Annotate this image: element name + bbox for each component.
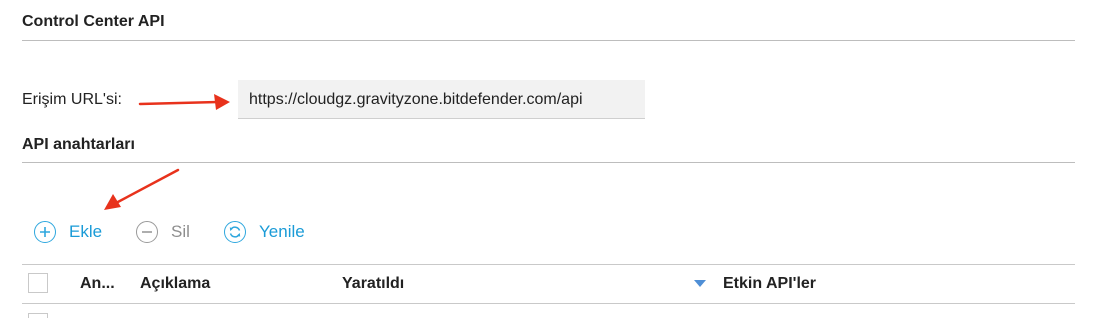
annotation-arrow-add bbox=[104, 168, 180, 210]
refresh-button[interactable]: Yenile bbox=[224, 219, 305, 245]
delete-button-label: Sil bbox=[171, 222, 190, 241]
section-title: Control Center API bbox=[22, 13, 165, 30]
access-url-label: Erişim URL'si: bbox=[22, 91, 122, 108]
column-header-name[interactable]: An... bbox=[80, 275, 115, 293]
column-header-created[interactable]: Yaratıldı bbox=[342, 275, 404, 293]
add-button[interactable]: Ekle bbox=[34, 219, 102, 245]
plus-circle-icon bbox=[34, 221, 56, 243]
api-keys-divider bbox=[22, 162, 1075, 163]
sort-desc-icon[interactable] bbox=[694, 280, 706, 288]
minus-circle-icon bbox=[136, 221, 158, 243]
select-all-checkbox[interactable] bbox=[28, 273, 48, 293]
add-button-label: Ekle bbox=[69, 222, 103, 241]
api-keys-title: API anahtarları bbox=[22, 136, 135, 153]
column-header-description[interactable]: Açıklama bbox=[140, 275, 210, 293]
section-divider bbox=[22, 40, 1075, 41]
column-header-enabled-apis[interactable]: Etkin API'ler bbox=[723, 275, 816, 293]
refresh-button-label: Yenile bbox=[259, 222, 305, 241]
delete-button[interactable]: Sil bbox=[136, 219, 190, 245]
refresh-circle-icon bbox=[224, 221, 246, 243]
access-url-field[interactable]: https://cloudgz.gravityzone.bitdefender.… bbox=[238, 80, 645, 119]
table-header-row: An... Açıklama Yaratıldı Etkin API'ler bbox=[22, 264, 1075, 304]
row-checkbox[interactable] bbox=[28, 313, 48, 318]
annotation-arrow-url bbox=[138, 94, 230, 110]
